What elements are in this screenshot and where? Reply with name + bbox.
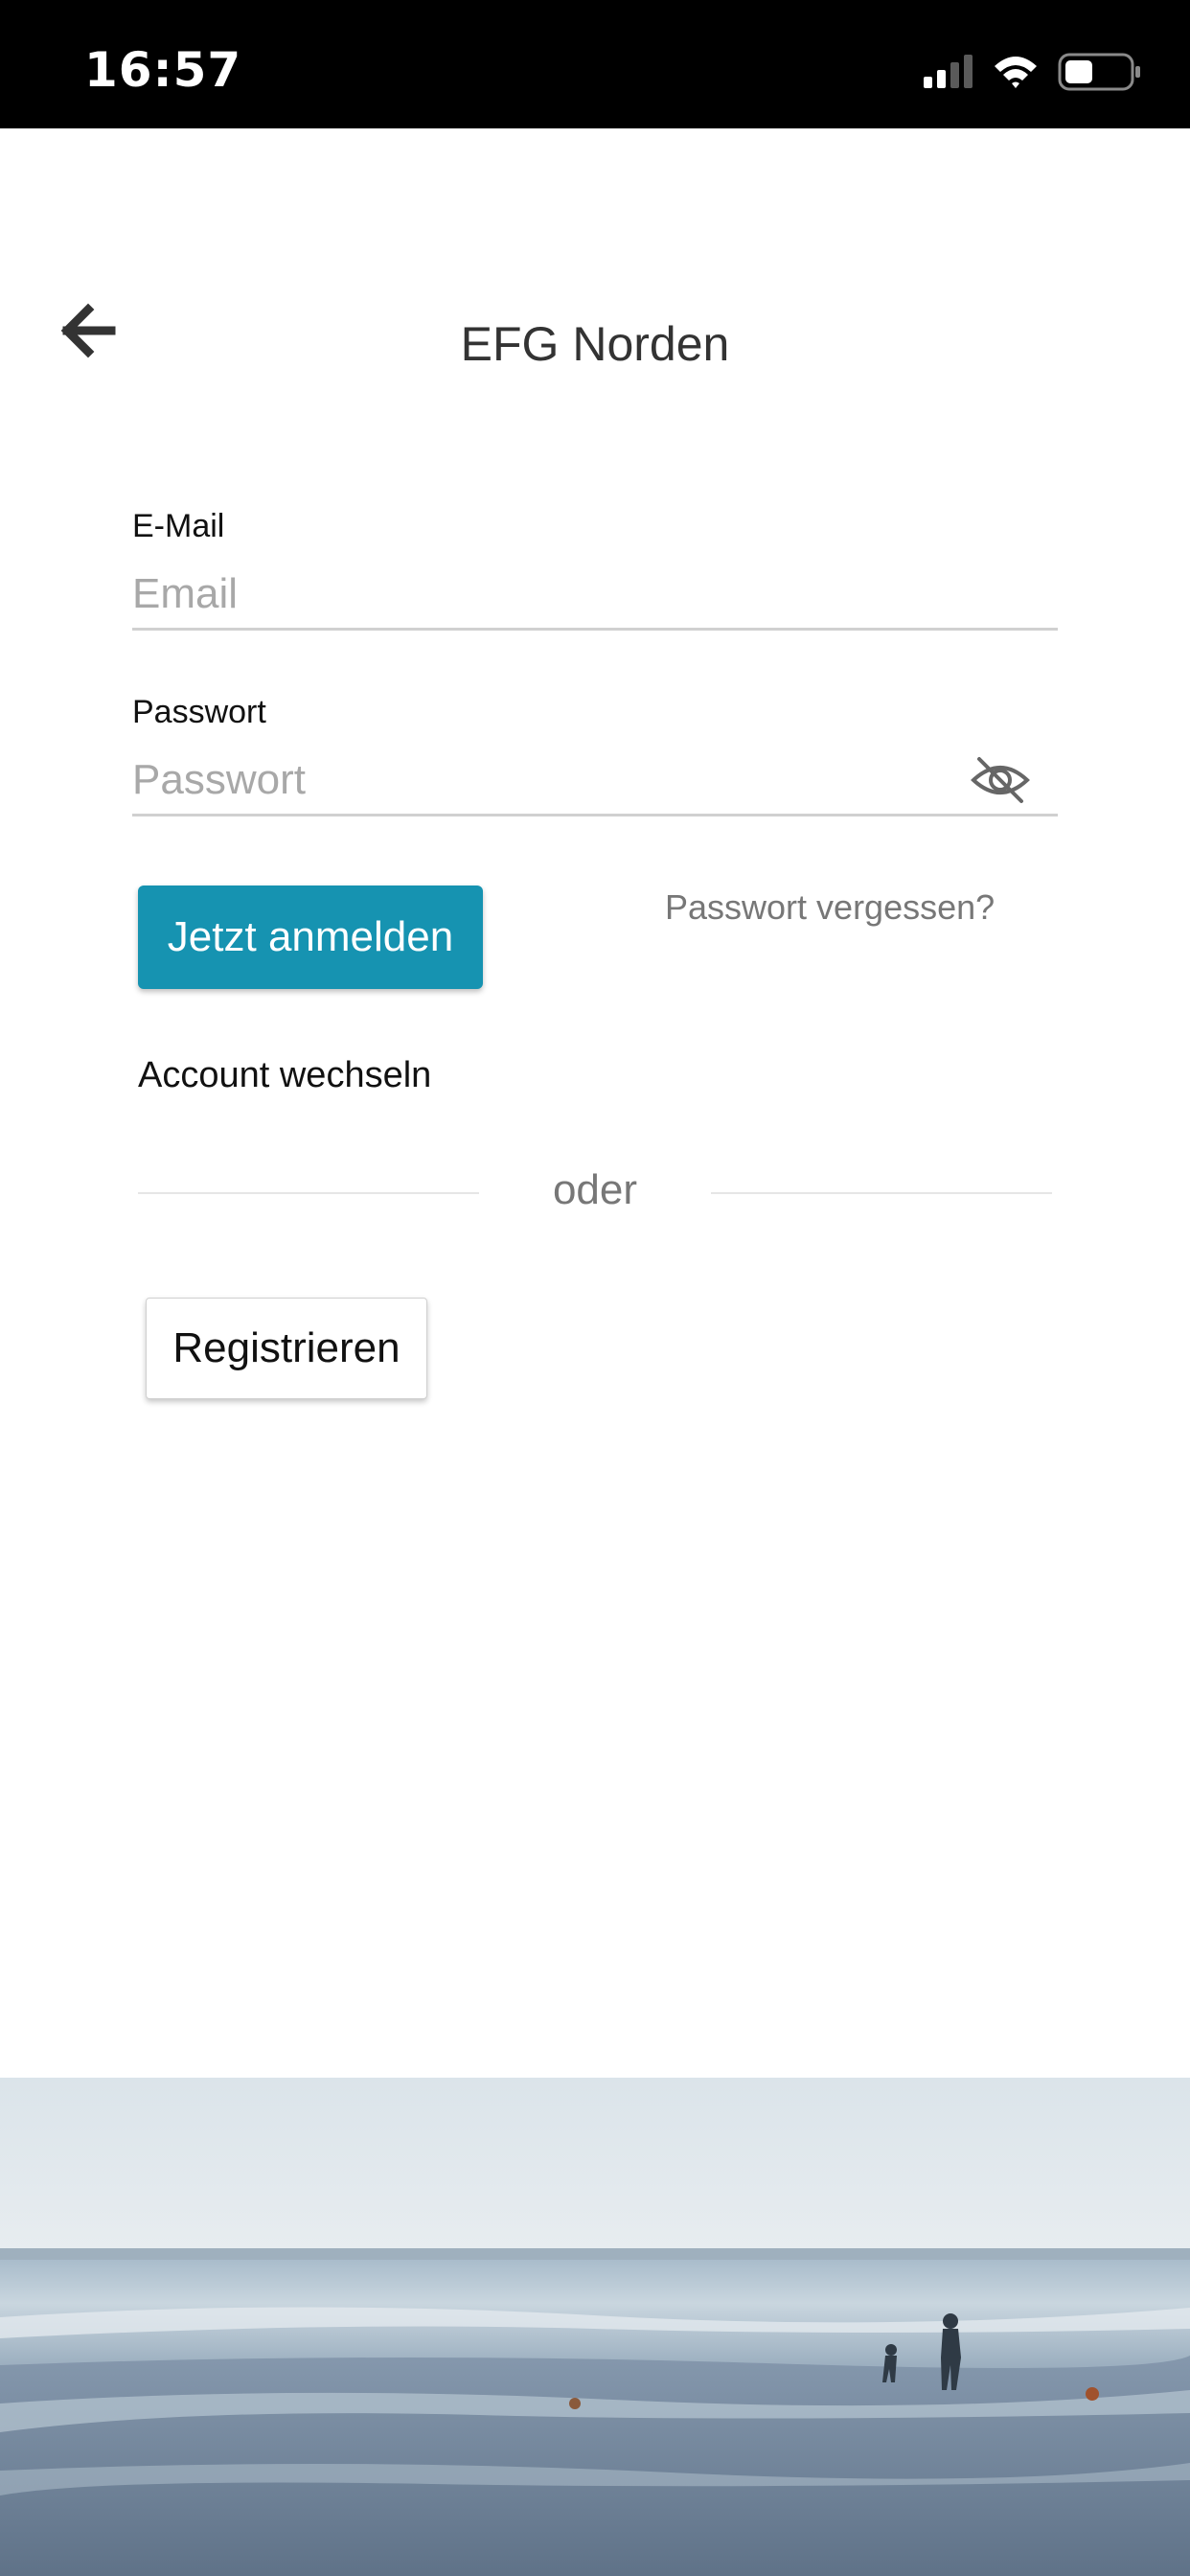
email-field[interactable] <box>132 560 1058 631</box>
divider-text: oder <box>552 1166 638 1213</box>
divider-line-right <box>711 1192 1052 1194</box>
password-label: Passwort <box>132 694 266 730</box>
page-title: EFG Norden <box>460 317 730 371</box>
login-button[interactable]: Jetzt anmelden <box>138 886 483 989</box>
status-time: 16:57 <box>84 42 242 98</box>
register-button[interactable]: Registrieren <box>146 1298 427 1399</box>
forgot-password-link[interactable]: Passwort vergessen? <box>665 886 995 930</box>
beach-photo <box>0 2078 1190 2576</box>
cellular-signal-icon <box>924 55 973 88</box>
eye-slash-icon <box>971 757 1030 803</box>
status-bar: 16:57 <box>0 0 1190 128</box>
switch-account-link[interactable]: Account wechseln <box>138 1052 431 1098</box>
wifi-icon <box>995 57 1037 88</box>
password-field[interactable] <box>132 746 1058 816</box>
email-label: E-Mail <box>132 508 225 544</box>
status-icons <box>924 50 1144 98</box>
battery-icon <box>1058 53 1140 91</box>
password-visibility-toggle[interactable] <box>970 753 1031 807</box>
divider-line-left <box>138 1192 479 1194</box>
